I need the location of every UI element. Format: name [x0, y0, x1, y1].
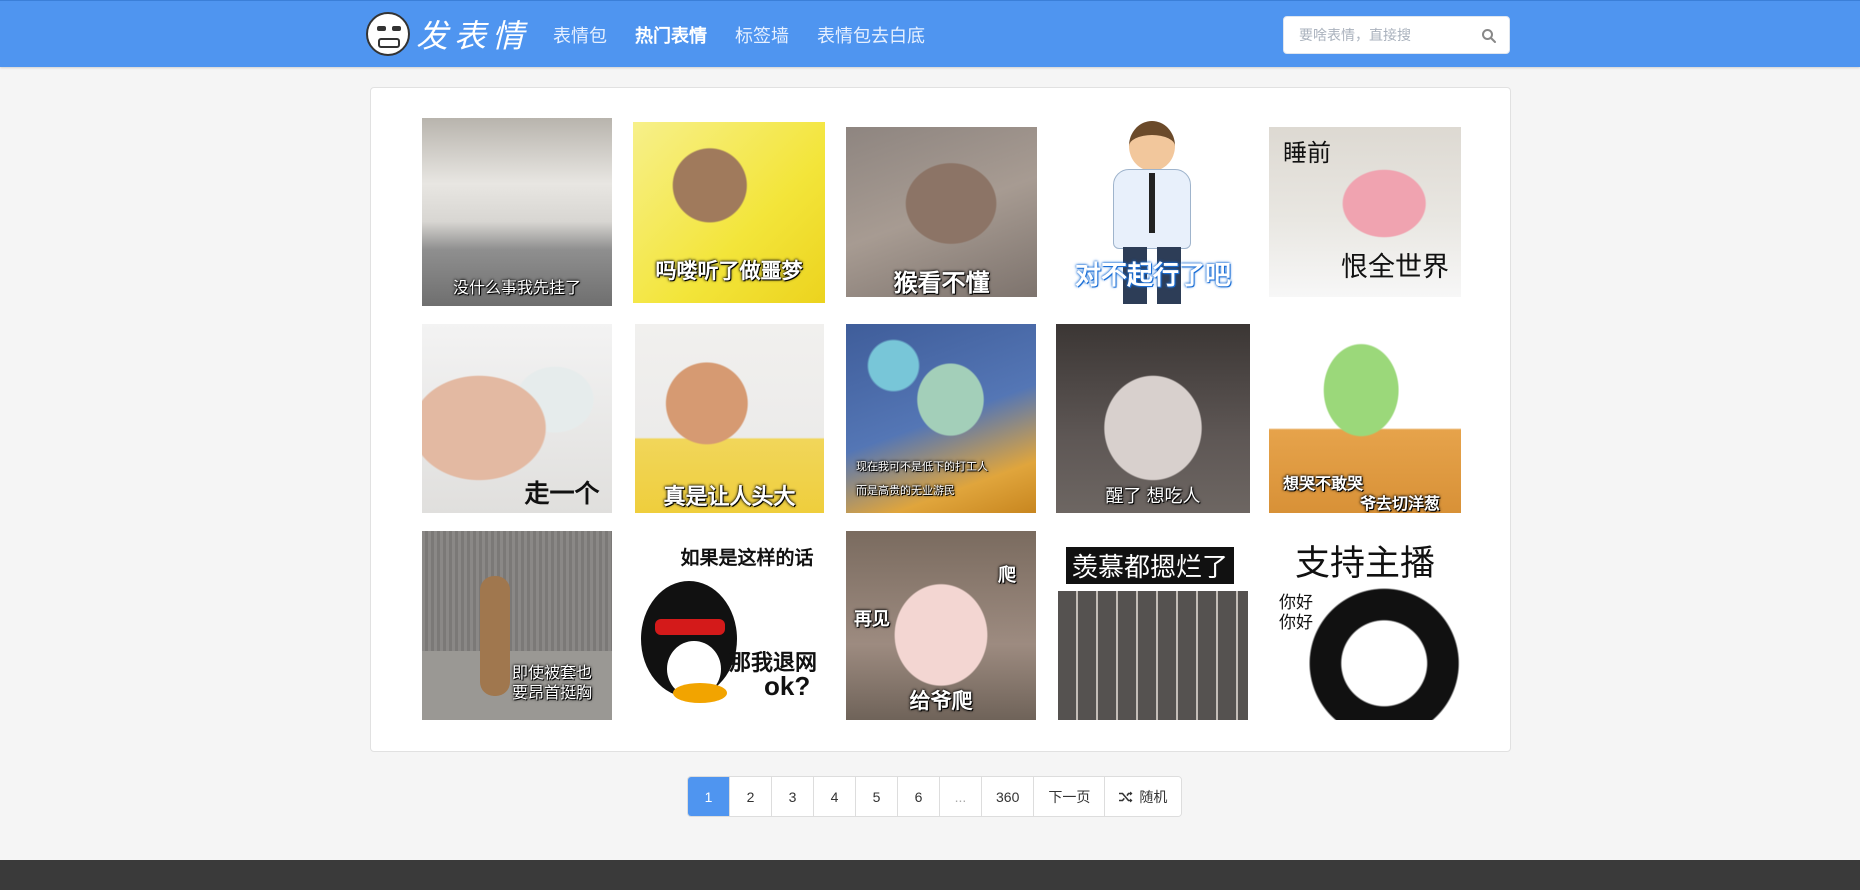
meme-caption: 恨全世界	[1341, 252, 1449, 282]
nav-item-hot[interactable]: 热门表情	[635, 22, 707, 48]
page-ellipsis: ...	[940, 777, 982, 816]
meme-caption: 猴看不懂	[893, 270, 990, 297]
random-button[interactable]: 随机	[1105, 777, 1182, 816]
meme-caption: 要昂首挺胸	[512, 685, 593, 702]
page-button[interactable]: 2	[730, 777, 772, 816]
next-page-button[interactable]: 下一页	[1034, 777, 1106, 816]
page-footer	[0, 860, 1860, 890]
nav-item-remove-bg[interactable]: 表情包去白底	[817, 22, 925, 48]
meme-caption-top: 现在我可不是低下的打工人	[856, 461, 988, 473]
random-label: 随机	[1139, 788, 1168, 805]
meme-tile[interactable]: 猴看不懂	[846, 127, 1037, 297]
main-nav: 表情包 热门表情 标签墙 表情包去白底	[553, 1, 953, 68]
shuffle-icon	[1119, 791, 1133, 802]
site-logo[interactable]: 发表情	[366, 12, 530, 56]
search-input[interactable]	[1284, 17, 1474, 53]
brand-name: 发表情	[416, 17, 531, 55]
meme-tile[interactable]: 爬 再见 给爷爬	[846, 531, 1036, 720]
meme-tile[interactable]: 吗喽听了做噩梦	[633, 122, 825, 303]
top-navbar: 发表情 表情包 热门表情 标签墙 表情包去白底	[0, 0, 1860, 67]
meme-caption: 吗喽听了做噩梦	[655, 260, 803, 283]
meme-tile[interactable]: 即使被套也 要昂首挺胸	[422, 531, 612, 720]
page-button[interactable]: 4	[814, 777, 856, 816]
meme-caption: 没什么事我先挂了	[452, 280, 581, 297]
meme-tile[interactable]: 对不起行了吧	[1057, 121, 1249, 304]
page-button[interactable]: 360	[982, 777, 1035, 816]
meme-caption-mid: 再见	[854, 609, 890, 629]
meme-caption: 给爷爬	[909, 690, 973, 713]
meme-caption: 醒了 想吃人	[1105, 486, 1201, 506]
meme-tile[interactable]: 没什么事我先挂了	[422, 118, 612, 306]
meme-tile[interactable]: 真是让人头大	[635, 324, 824, 513]
meme-caption: 真是让人头大	[663, 484, 796, 509]
page-button[interactable]: 6	[898, 777, 940, 816]
page-button[interactable]: 3	[772, 777, 814, 816]
nav-item-stickers[interactable]: 表情包	[553, 22, 607, 48]
meme-caption: 走一个	[524, 480, 600, 508]
meme-caption: 对不起行了吧	[1074, 260, 1231, 290]
meme-caption-top: 爬	[998, 565, 1016, 585]
meme-caption: 爷去切洋葱	[1359, 496, 1440, 513]
meme-tile[interactable]: 睡前 恨全世界	[1269, 127, 1461, 297]
meme-grid-panel: 没什么事我先挂了 吗喽听了做噩梦 猴看不懂 对不起行了吧 睡前 恨全世界 走一个…	[370, 87, 1511, 752]
meme-caption-top: 睡前	[1283, 140, 1331, 167]
meme-caption: 羡慕都摁烂了	[1066, 547, 1235, 584]
meme-caption-top: 如果是这样的话	[680, 548, 814, 569]
meme-tile[interactable]: 醒了 想吃人	[1056, 324, 1250, 513]
meme-tile[interactable]: 羡慕都摁烂了	[1058, 531, 1248, 720]
meme-caption: ok?	[764, 671, 811, 701]
meme-tile[interactable]: 想哭不敢哭 爷去切洋葱	[1269, 324, 1461, 513]
meme-tile[interactable]: 如果是这样的话 那我退网 ok?	[633, 535, 825, 717]
meme-caption: 而是高贵的无业游民	[856, 485, 955, 497]
meme-tile[interactable]: 现在我可不是低下的打工人 而是高贵的无业游民	[846, 324, 1036, 513]
page-button[interactable]: 5	[856, 777, 898, 816]
meme-caption-mid: 你好 你好	[1279, 593, 1313, 632]
search-box	[1283, 16, 1510, 54]
search-icon[interactable]	[1481, 28, 1497, 44]
nav-item-tag-wall[interactable]: 标签墙	[735, 22, 789, 48]
meme-tile[interactable]: 走一个	[422, 324, 612, 513]
meme-face-logo-icon	[366, 12, 410, 56]
meme-tile[interactable]: 支持主播 你好 你好	[1269, 531, 1461, 720]
meme-caption-top: 支持主播	[1294, 544, 1435, 583]
pagination: 1 2 3 4 5 6 ... 360 下一页 随机	[687, 776, 1183, 817]
page-button[interactable]: 1	[688, 777, 730, 816]
